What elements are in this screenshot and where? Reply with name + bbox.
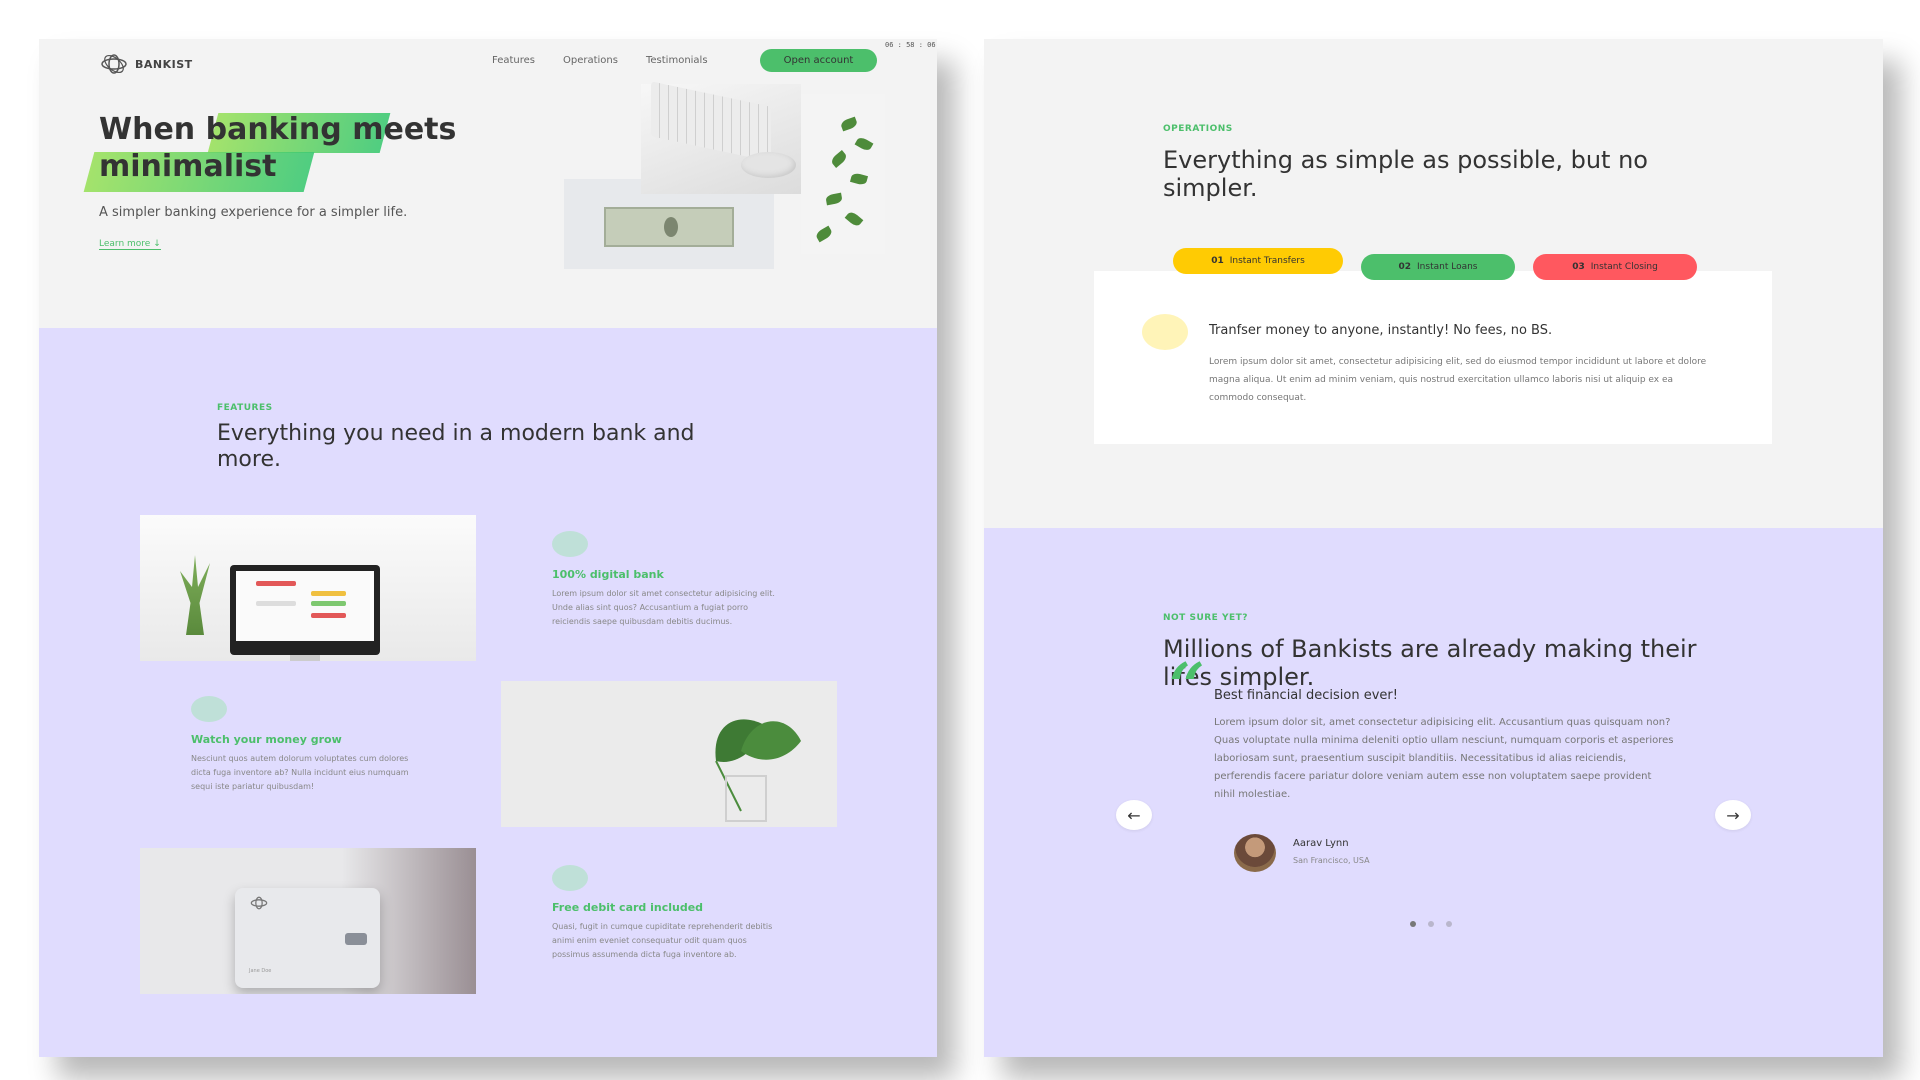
feature-icon-monitor bbox=[552, 531, 588, 557]
operations-title: Everything as simple as possible, but no… bbox=[1163, 146, 1648, 202]
card-chip bbox=[345, 933, 367, 945]
monitor bbox=[230, 565, 380, 661]
leaf bbox=[839, 116, 859, 132]
learn-more-link[interactable]: Learn more ↓ bbox=[99, 239, 161, 250]
leaf bbox=[814, 225, 834, 243]
arrow-right-icon: → bbox=[1726, 805, 1740, 825]
screen-bar bbox=[311, 591, 346, 596]
testimonial-heading: Best financial decision ever! bbox=[1214, 688, 1398, 703]
hero-title-part2: meets bbox=[341, 112, 457, 147]
tab-label: Instant Loans bbox=[1417, 262, 1478, 272]
slider-dots bbox=[1410, 921, 1452, 927]
features-section: FEATURES Everything you need in a modern… bbox=[39, 328, 937, 1057]
feature-image-computer bbox=[140, 515, 476, 661]
tab-number: 01 bbox=[1211, 256, 1224, 266]
slider-dot-3[interactable] bbox=[1446, 921, 1452, 927]
bankist-logo-icon bbox=[101, 54, 127, 74]
nav-link-operations[interactable]: Operations bbox=[563, 55, 618, 66]
screen-bar bbox=[311, 601, 346, 606]
landing-page-bottom-screenshot: OPERATIONS Everything as simple as possi… bbox=[984, 39, 1883, 1057]
nav-links: Features Operations Testimonials bbox=[492, 55, 708, 66]
hero-title-highlight-1: banking bbox=[205, 112, 342, 147]
bill-portrait bbox=[664, 217, 678, 237]
feature-2-heading: Watch your money grow bbox=[191, 733, 342, 746]
features-tag: FEATURES bbox=[217, 403, 273, 413]
testimonials-title: Millions of Bankists are already making … bbox=[1163, 635, 1697, 691]
feature-1-body: Lorem ipsum dolor sit amet consectetur a… bbox=[552, 589, 775, 626]
arrow-left-icon: ← bbox=[1127, 805, 1141, 825]
operations-content-title: Tranfser money to anyone, instantly! No … bbox=[1209, 323, 1553, 338]
feature-icon-credit-card bbox=[552, 865, 588, 891]
tab-label: Instant Transfers bbox=[1229, 256, 1305, 266]
debit-card: Jane Doe bbox=[235, 888, 380, 988]
logo-text: BANKIST bbox=[135, 57, 193, 71]
testimonial-body: Lorem ipsum dolor sit, amet consectetur … bbox=[1214, 717, 1674, 800]
hero-title-highlight-2: minimalist bbox=[99, 149, 277, 184]
feature-1-heading: 100% digital bank bbox=[552, 568, 664, 581]
testimonials-tag: NOT SURE YET? bbox=[1163, 613, 1248, 623]
feature-image-card: Jane Doe bbox=[140, 848, 476, 994]
navigation-bar: BANKIST Features Operations Testimonials… bbox=[39, 39, 937, 89]
tab-number: 03 bbox=[1572, 262, 1585, 272]
hero-title: When banking meets minimalist bbox=[99, 111, 539, 185]
tab-instant-transfers[interactable]: 01 Instant Transfers bbox=[1173, 248, 1343, 274]
testimonials-section: NOT SURE YET? Millions of Bankists are a… bbox=[984, 528, 1883, 1057]
features-title: Everything you need in a modern bank and… bbox=[217, 421, 695, 472]
feature-3-body: Quasi, fugit in cumque cupiditate repreh… bbox=[552, 922, 773, 959]
feature-2-body: Nesciunt quos autem dolorum voluptates c… bbox=[191, 754, 409, 791]
leaf bbox=[854, 135, 874, 153]
slider-next-button[interactable]: → bbox=[1715, 800, 1751, 830]
feature-icon-trending-up bbox=[191, 696, 227, 722]
logo[interactable]: BANKIST bbox=[99, 53, 193, 75]
timer-readout: 06 : 58 : 06 bbox=[885, 41, 936, 49]
hero-title-part1: When bbox=[99, 112, 206, 147]
plant-grass bbox=[180, 555, 210, 635]
feature-3-heading: Free debit card included bbox=[552, 901, 704, 914]
leaf bbox=[825, 192, 843, 206]
operations-content-body: Lorem ipsum dolor sit amet, consectetur … bbox=[1209, 357, 1707, 403]
dollar-bill bbox=[604, 207, 734, 247]
tab-label: Instant Closing bbox=[1590, 262, 1658, 272]
operations-icon-upload bbox=[1142, 314, 1188, 350]
leaf bbox=[829, 150, 849, 168]
hero-subtitle: A simpler banking experience for a simpl… bbox=[99, 205, 408, 220]
slider-prev-button[interactable]: ← bbox=[1116, 800, 1152, 830]
keyboard bbox=[651, 81, 771, 162]
screen-bar bbox=[311, 613, 346, 618]
slider-dot-2[interactable] bbox=[1428, 921, 1434, 927]
open-account-button[interactable]: Open account bbox=[760, 49, 877, 72]
hero-image-keyboard bbox=[641, 81, 801, 194]
operations-tag: OPERATIONS bbox=[1163, 124, 1233, 134]
operations-content-card: Tranfser money to anyone, instantly! No … bbox=[1094, 271, 1772, 444]
card-logo-icon bbox=[250, 896, 268, 910]
monitor-screen bbox=[236, 571, 374, 641]
screen-bar bbox=[256, 601, 296, 606]
screen-bar bbox=[256, 581, 296, 586]
hero-image-plant bbox=[801, 94, 885, 254]
operations-tabs: 01 Instant Transfers 02 Instant Loans 03… bbox=[1173, 248, 1697, 280]
tab-instant-loans[interactable]: 02 Instant Loans bbox=[1361, 254, 1515, 280]
leaf bbox=[844, 210, 864, 228]
tab-instant-closing[interactable]: 03 Instant Closing bbox=[1533, 254, 1697, 280]
monitor-stand bbox=[290, 655, 320, 661]
author-name: Aarav Lynn bbox=[1293, 838, 1349, 849]
nav-link-features[interactable]: Features bbox=[492, 55, 535, 66]
nav-link-testimonials[interactable]: Testimonials bbox=[646, 55, 708, 66]
mouse bbox=[741, 152, 796, 178]
card-holder-name: Jane Doe bbox=[249, 968, 272, 974]
slider-dot-1[interactable] bbox=[1410, 921, 1416, 927]
feature-image-plant bbox=[501, 681, 837, 827]
plant-leaves-icon bbox=[715, 719, 801, 822]
author-avatar bbox=[1234, 834, 1276, 872]
leaf bbox=[849, 172, 869, 186]
tab-number: 02 bbox=[1398, 262, 1412, 272]
quote-icon: “ bbox=[1169, 649, 1205, 722]
author-location: San Francisco, USA bbox=[1293, 856, 1370, 865]
landing-page-top-screenshot: BANKIST Features Operations Testimonials… bbox=[39, 39, 937, 1057]
